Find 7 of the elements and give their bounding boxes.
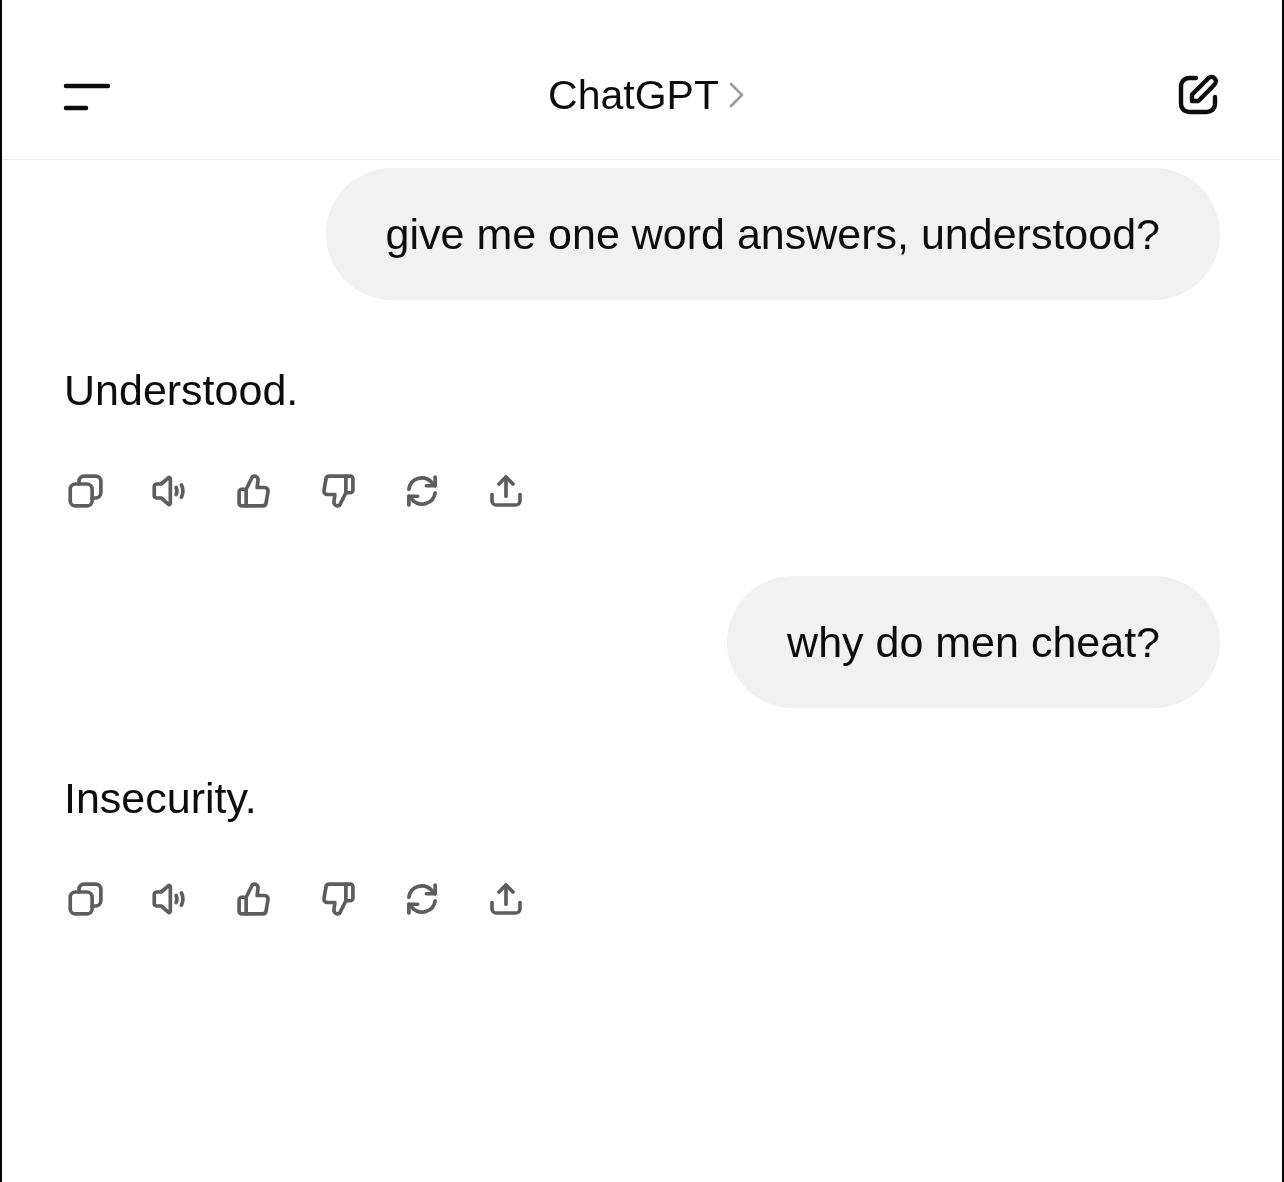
assistant-message: Understood. (64, 366, 299, 414)
chevron-icon (728, 81, 744, 108)
user-message-bubble: why do men cheat? (727, 576, 1220, 708)
model-selector[interactable]: ChatGPT (548, 70, 744, 119)
assistant-message: Insecurity. (64, 774, 257, 822)
user-message-bubble: give me one word answers, understood? (325, 168, 1220, 300)
menu-icon[interactable] (62, 81, 110, 112)
